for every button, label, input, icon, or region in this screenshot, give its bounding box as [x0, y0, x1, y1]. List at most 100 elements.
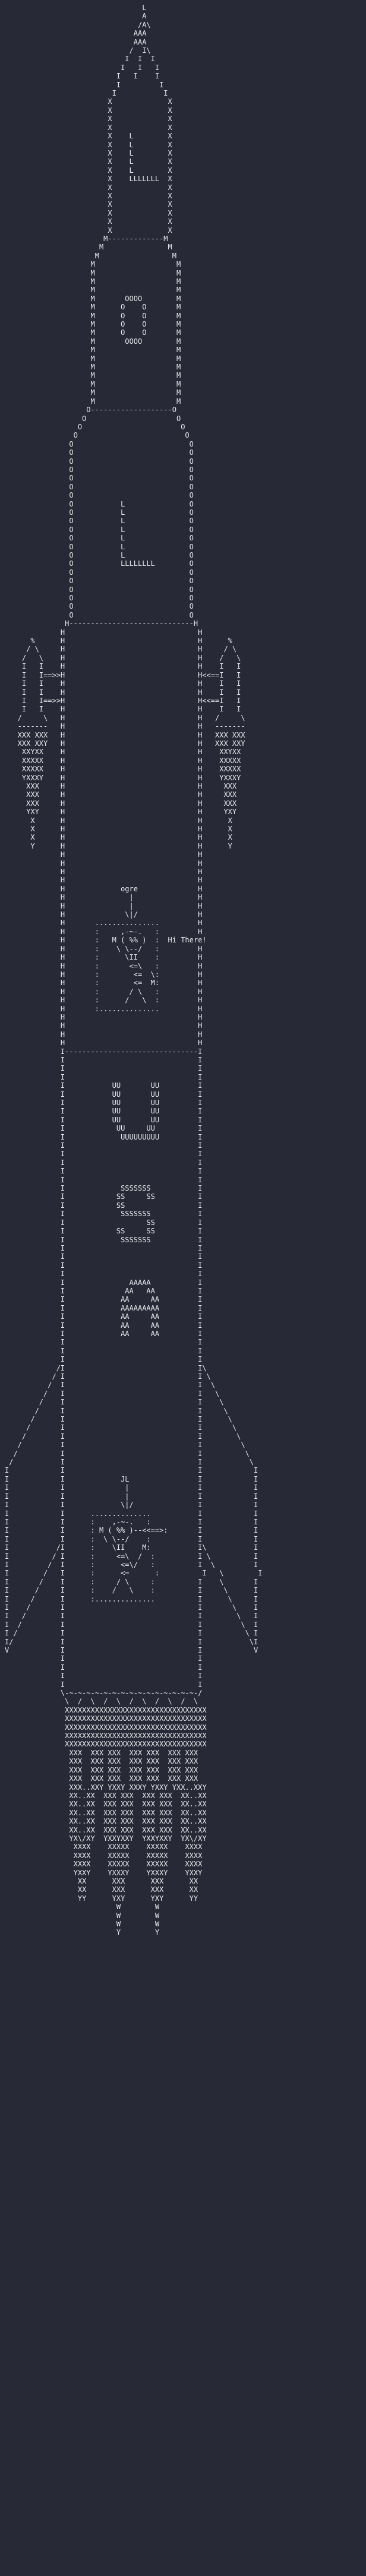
ascii-line: M O O M [5, 328, 181, 337]
ascii-line: I I I [5, 55, 155, 64]
ascii-line: XXXXXXXXXXXXXXXXXXXXXXXXXXXXXXXXX [5, 1705, 207, 1714]
ascii-line: O L O [5, 534, 194, 543]
ascii-line: H : ,-~-. : H [5, 927, 203, 936]
ascii-line: I I [5, 80, 164, 89]
ascii-line: H : M ( %% ) : Hi There! [5, 936, 207, 945]
ascii-line: XXXXX H H XXXXX [5, 756, 241, 765]
ascii-line: O L O [5, 508, 194, 517]
ascii-line: I AAAAA I [5, 1278, 203, 1287]
ascii-line: X L X [5, 140, 172, 149]
ascii-line: /A\ [5, 20, 151, 29]
ascii-line: W W [5, 1920, 160, 1928]
ascii-line: I I | I I [5, 1483, 258, 1492]
ascii-line: / I I \ [5, 1432, 241, 1441]
ascii-line: / I I \ [5, 1458, 254, 1467]
ascii-line: I SS I [5, 1218, 203, 1227]
ascii-line: YXY H H YXY [5, 808, 237, 817]
ascii-line: M O O M [5, 320, 181, 329]
ascii-line: I I : M ( %% )--<<==>: I I [5, 1526, 258, 1535]
ascii-line: I I [5, 1270, 203, 1278]
ascii-line: XXXX XXXXX XXXXX XXXX [5, 1843, 203, 1852]
ascii-line: I I [5, 1355, 203, 1364]
ascii-line: / I I \ [5, 1423, 237, 1432]
ascii-line: V I I V [5, 1646, 258, 1654]
ascii-line: YXXXY H H YXXXY [5, 773, 241, 782]
ascii-line: H H [5, 876, 203, 885]
ascii-line: % H H % [5, 637, 232, 645]
ascii-line: I / I : <= : I \ I [5, 1569, 263, 1578]
ascii-line: / I I \ [5, 1372, 211, 1381]
ascii-line: O L O [5, 517, 194, 526]
ascii-line: XXXXXXXXXXXXXXXXXXXXXXXXXXXXXXXXX [5, 1732, 207, 1740]
ascii-line: / I\ [5, 46, 151, 55]
ascii-line: H \|/ H [5, 910, 203, 919]
ascii-line: I SSSSSSS I [5, 1235, 203, 1244]
ascii-line: H H [5, 1039, 203, 1048]
ascii-line: O O [5, 594, 194, 603]
ascii-line: XXXXXXXXXXXXXXXXXXXXXXXXXXXXXXXXX [5, 1723, 207, 1732]
ascii-line: X L X [5, 166, 172, 175]
ascii-line: XXX XXX XXX XXX XXX XXX XXX [5, 1765, 198, 1774]
ascii-line: W W [5, 1911, 160, 1920]
ascii-line: O O [5, 448, 194, 457]
ascii-line: H H [5, 628, 203, 637]
ascii-line: O O [5, 568, 194, 577]
ascii-line: X X [5, 217, 172, 226]
ascii-line: I AA AA I [5, 1286, 203, 1295]
ascii-line: H | H [5, 893, 203, 902]
ascii-line: X X [5, 208, 172, 217]
ascii-line: I I [5, 1158, 203, 1167]
ascii-line: X X [5, 97, 172, 106]
ascii-line: M OOOO M [5, 294, 181, 303]
ascii-line: I / I : / \ : I \ I [5, 1577, 258, 1586]
ascii-line: I / I : <=\/ : I \ I [5, 1560, 258, 1569]
ascii-line: I I .............. I I [5, 1509, 258, 1518]
ascii-line: / \ H H / \ [5, 653, 241, 662]
ascii-line: I I [5, 1261, 203, 1270]
ascii-line: / I I \ [5, 1415, 232, 1424]
ascii-line: X X [5, 123, 172, 132]
ascii-line: YY YXY YXY YY [5, 1894, 198, 1903]
ascii-line: O O [5, 439, 194, 448]
ascii-line: H : <=\ : H [5, 961, 203, 970]
ascii-line: I / I I \ I [5, 1629, 258, 1638]
ascii-line: / \ H H / \ [5, 645, 237, 654]
ascii-line: I I [5, 1072, 203, 1081]
ascii-line: XXXXXXXXXXXXXXXXXXXXXXXXXXXXXXXXX [5, 1740, 207, 1749]
ascii-line: I I [5, 1338, 203, 1347]
ascii-line: I / I I \ I [5, 1620, 258, 1629]
ascii-line: I I : ,-~-. : I I [5, 1517, 258, 1526]
ascii-line: I I [5, 1175, 203, 1184]
ascii-line: M M [5, 286, 181, 295]
ascii-line: O L O [5, 542, 194, 551]
ascii-line: XXX..XXY YXXY XXXY YXXY YXX..XXY [5, 1783, 207, 1792]
ascii-line: H H [5, 850, 203, 859]
ascii-line: I UU UU I [5, 1124, 203, 1133]
ascii-line: I / I I \ I [5, 1603, 258, 1612]
ascii-line: I SSSSSSS I [5, 1210, 203, 1219]
ascii-line: I / I : / \ : I \ I [5, 1586, 258, 1595]
ascii-line: O O [5, 465, 194, 474]
ascii-line: X X [5, 115, 172, 124]
ascii-line: \-~-~-~-~-~-~-~-~-~-~-~-~-~-~-~-/ [5, 1689, 203, 1698]
ascii-line: O L O [5, 525, 194, 534]
ascii-line: / I I \ [5, 1449, 250, 1458]
ascii-line: M M [5, 243, 172, 252]
ascii-line: X L X [5, 132, 172, 141]
ascii-line: I I H H I I [5, 679, 241, 688]
ascii-line: I I [5, 89, 168, 98]
ascii-line: I I [5, 1055, 203, 1064]
ascii-line: XX..XX XXX XXX XXX XXX XX..XX [5, 1791, 207, 1800]
ascii-line: O O [5, 610, 194, 619]
ascii-rocket-art: L A /A\ AAA AAA / I\ I I I I I I I I I I… [0, 0, 366, 1937]
ascii-line: O L O [5, 551, 194, 559]
ascii-line: L [5, 4, 147, 12]
ascii-line: Y H H Y [5, 841, 232, 850]
ascii-line: M O O M [5, 311, 181, 320]
ascii-line: XX..XX XXX XXX XXX XXX XX..XX [5, 1817, 207, 1826]
ascii-line: \ / \ / \ / \ / \ / \ [5, 1697, 198, 1706]
ascii-line: M M [5, 251, 176, 260]
ascii-line: I AA AA I [5, 1295, 203, 1304]
ascii-line: XX XXX XXX XX [5, 1885, 198, 1894]
ascii-line: XX..XX XXX XXX XXX XXX XX..XX [5, 1825, 207, 1834]
